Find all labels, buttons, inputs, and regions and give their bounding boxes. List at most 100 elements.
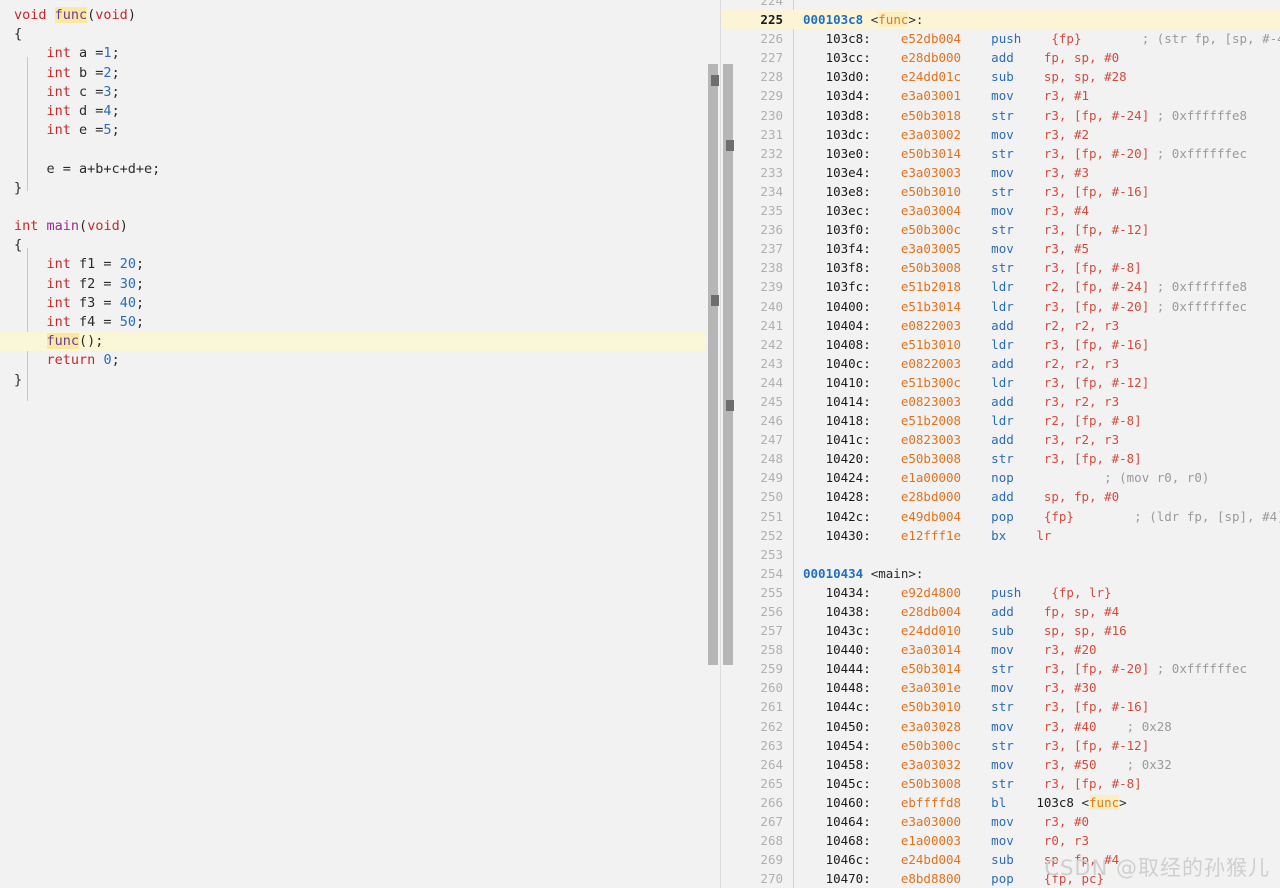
disassembly-row[interactable]: 227 103cc: e28db000 add fp, sp, #0 — [721, 48, 1280, 67]
disassembly-row[interactable]: 246 10418: e51b2008 ldr r2, [fp, #-8] — [721, 411, 1280, 430]
disassembly-row[interactable]: 224 — [721, 0, 1280, 10]
line-number: 239 — [760, 279, 783, 295]
disassembly-row[interactable]: 263 10454: e50b300c str r3, [fp, #-12] — [721, 736, 1280, 755]
disassembly-row[interactable]: 245 10414: e0823003 add r3, r2, r3 — [721, 392, 1280, 411]
disassembly-row[interactable]: 266 10460: ebffffd8 bl 103c8 <func> — [721, 793, 1280, 812]
source-line[interactable]: int a =1; — [0, 44, 720, 63]
disassembly-row[interactable]: 235 103ec: e3a03004 mov r3, #4 — [721, 201, 1280, 220]
c-source-pane[interactable]: void func(void){ int a =1; int b =2; int… — [0, 0, 720, 888]
source-line[interactable]: int b =2; — [0, 64, 720, 83]
code-token: int — [46, 64, 71, 81]
line-number: 269 — [760, 852, 783, 868]
disassembly-row[interactable]: 259 10444: e50b3014 str r3, [fp, #-20] ;… — [721, 659, 1280, 678]
disassembly-row[interactable]: 257 1043c: e24dd010 sub sp, sp, #16 — [721, 621, 1280, 640]
disassembly-text: 10454: e50b300c str r3, [fp, #-12] — [793, 736, 1280, 755]
source-line[interactable]: func(); — [0, 332, 720, 352]
disassembly-row[interactable]: 241 10404: e0822003 add r2, r2, r3 — [721, 316, 1280, 335]
asm-token: mov — [961, 833, 1044, 849]
disassembly-text: 103c8: e52db004 push {fp} ; (str fp, [sp… — [793, 29, 1280, 48]
disassembly-row[interactable]: 247 1041c: e0823003 add r3, r2, r3 — [721, 430, 1280, 449]
source-scrollbar-thumb[interactable] — [708, 64, 719, 665]
disassembly-row[interactable]: 270 10470: e8bd8800 pop {fp, pc} — [721, 869, 1280, 888]
disassembly-row[interactable]: 253 — [721, 545, 1280, 564]
disassembly-row[interactable]: 252 10430: e12fff1e bx lr — [721, 526, 1280, 545]
disassembly-row[interactable]: 254 00010434 <main>: — [721, 564, 1280, 583]
disassembly-row[interactable]: 242 10408: e51b3010 ldr r3, [fp, #-16] — [721, 335, 1280, 354]
disassembly-row[interactable]: 264 10458: e3a03032 mov r3, #50 ; 0x32 — [721, 755, 1280, 774]
line-number: 260 — [760, 680, 783, 696]
asm-token: r2, [fp, #-24] — [1043, 279, 1150, 295]
line-number: 250 — [760, 489, 783, 505]
disassembly-row[interactable]: 230 103d8: e50b3018 str r3, [fp, #-24] ;… — [721, 106, 1280, 125]
code-token: int — [46, 102, 71, 119]
asm-token: e50b3014 — [900, 145, 962, 161]
source-line[interactable]: } — [0, 179, 720, 198]
line-number: 259 — [760, 661, 783, 677]
disassembly-row[interactable]: 236 103f0: e50b300c str r3, [fp, #-12] — [721, 220, 1280, 239]
source-line[interactable]: int main(void) — [0, 217, 720, 236]
disassembly-row[interactable]: 243 1040c: e0822003 add r2, r2, r3 — [721, 354, 1280, 373]
disassembly-row[interactable]: 239 103fc: e51b2018 ldr r2, [fp, #-24] ;… — [721, 277, 1280, 296]
disassembly-row[interactable]: 251 1042c: e49db004 pop {fp} ; (ldr fp, … — [721, 507, 1280, 526]
disassembly-row[interactable]: 229 103d4: e3a03001 mov r3, #1 — [721, 86, 1280, 105]
source-line[interactable]: int f4 = 50; — [0, 313, 720, 332]
c-source-code[interactable]: void func(void){ int a =1; int b =2; int… — [0, 6, 720, 390]
line-number: 261 — [760, 699, 783, 715]
asm-token: mov — [961, 718, 1044, 734]
disassembly-row[interactable]: 261 1044c: e50b3010 str r3, [fp, #-16] — [721, 697, 1280, 716]
source-line[interactable]: { — [0, 25, 720, 44]
source-line[interactable]: int c =3; — [0, 83, 720, 102]
source-line[interactable]: return 0; — [0, 351, 720, 370]
line-number: 238 — [760, 260, 783, 276]
source-line[interactable]: int f3 = 40; — [0, 294, 720, 313]
disassembly-pane[interactable]: 224 225 000103c8 <func>: 226 103c8: e52db0… — [721, 0, 1280, 888]
disassembly-row[interactable]: 238 103f8: e50b3008 str r3, [fp, #-8] — [721, 258, 1280, 277]
line-number: 266 — [760, 794, 783, 810]
asm-token: 103cc: — [803, 50, 901, 66]
disassembly-text: 10438: e28db004 add fp, sp, #4 — [793, 602, 1280, 621]
source-line[interactable]: int e =5; — [0, 121, 720, 140]
disassembly-row[interactable]: 225 000103c8 <func>: — [721, 10, 1280, 30]
disassembly-row[interactable]: 249 10424: e1a00000 nop ; (mov r0, r0) — [721, 468, 1280, 487]
disassembly-row[interactable]: 265 1045c: e50b3008 str r3, [fp, #-8] — [721, 774, 1280, 793]
disassembly-row[interactable]: 244 10410: e51b300c ldr r3, [fp, #-12] — [721, 373, 1280, 392]
disassembly-text: 10430: e12fff1e bx lr — [793, 526, 1280, 545]
disassembly-row[interactable]: 237 103f4: e3a03005 mov r3, #5 — [721, 239, 1280, 258]
disassembly-row[interactable]: 260 10448: e3a0301e mov r3, #30 — [721, 678, 1280, 697]
disassembly-row[interactable]: 258 10440: e3a03014 mov r3, #20 — [721, 640, 1280, 659]
source-line[interactable]: } — [0, 371, 720, 390]
source-line[interactable] — [0, 140, 720, 159]
disassembly-row[interactable]: 269 1046c: e24bd004 sub sp, fp, #4 — [721, 850, 1280, 869]
disassembly-row[interactable]: 233 103e4: e3a03003 mov r3, #3 — [721, 163, 1280, 182]
code-token: } — [14, 371, 23, 388]
source-line[interactable]: int d =4; — [0, 102, 720, 121]
source-line[interactable] — [0, 198, 720, 217]
asm-token: str — [961, 451, 1044, 467]
disassembly-row[interactable]: 234 103e8: e50b3010 str r3, [fp, #-16] — [721, 182, 1280, 201]
disassembly-listing[interactable]: 224 225 000103c8 <func>: 226 103c8: e52db0… — [721, 0, 1280, 888]
disassembly-row[interactable]: 250 10428: e28bd000 add sp, fp, #0 — [721, 487, 1280, 506]
source-line[interactable]: e = a+b+c+d+e; — [0, 160, 720, 179]
line-number: 247 — [760, 432, 783, 448]
disassembly-row[interactable]: 248 10420: e50b3008 str r3, [fp, #-8] — [721, 449, 1280, 468]
disassembly-row[interactable]: 228 103d0: e24dd01c sub sp, sp, #28 — [721, 67, 1280, 86]
source-line[interactable]: int f1 = 20; — [0, 255, 720, 274]
disassembly-row[interactable]: 231 103dc: e3a03002 mov r3, #2 — [721, 125, 1280, 144]
disassembly-text: 10470: e8bd8800 pop {fp, pc} — [793, 869, 1280, 888]
asm-token: str — [961, 775, 1044, 791]
asm-token: ; 0xffffffe8 — [1149, 279, 1248, 295]
disassembly-row[interactable]: 255 10434: e92d4800 push {fp, lr} — [721, 583, 1280, 602]
asm-token: e24bd004 — [900, 852, 962, 868]
source-line[interactable]: int f2 = 30; — [0, 275, 720, 294]
disassembly-row[interactable]: 262 10450: e3a03028 mov r3, #40 ; 0x28 — [721, 717, 1280, 736]
disassembly-row[interactable]: 256 10438: e28db004 add fp, sp, #4 — [721, 602, 1280, 621]
disassembly-row[interactable]: 226 103c8: e52db004 push {fp} ; (str fp,… — [721, 29, 1280, 48]
disassembly-row[interactable]: 268 10468: e1a00003 mov r0, r3 — [721, 831, 1280, 850]
disassembly-row[interactable]: 232 103e0: e50b3014 str r3, [fp, #-20] ;… — [721, 144, 1280, 163]
disassembly-row[interactable]: 267 10464: e3a03000 mov r3, #0 — [721, 812, 1280, 831]
source-line[interactable]: void func(void) — [0, 6, 720, 25]
disassembly-text: 10400: e51b3014 ldr r3, [fp, #-20] ; 0xf… — [793, 297, 1280, 316]
disassembly-row[interactable]: 240 10400: e51b3014 ldr r3, [fp, #-20] ;… — [721, 297, 1280, 316]
source-line[interactable]: { — [0, 236, 720, 255]
source-vertical-scrollbar[interactable] — [706, 0, 720, 888]
